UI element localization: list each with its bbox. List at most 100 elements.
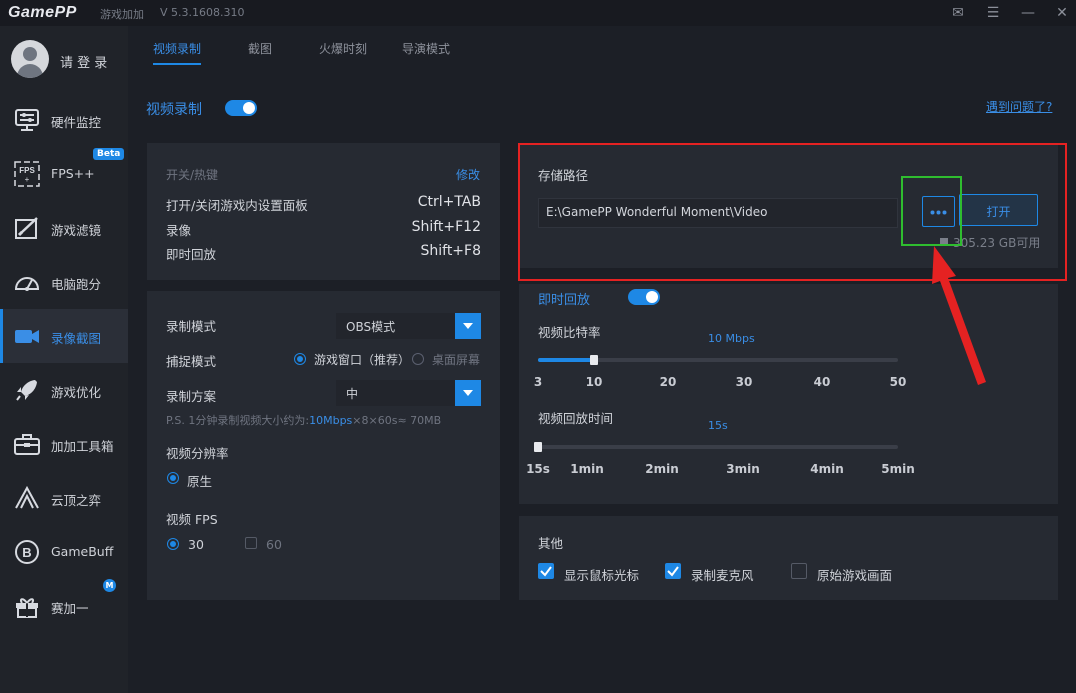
gamebuff-icon: B (15, 540, 39, 564)
benchmark-gauge-icon (14, 277, 40, 291)
other-panel (519, 516, 1058, 600)
tab-director[interactable]: 导演模式 (402, 40, 450, 57)
sidebar-item-filter[interactable]: 游戏滤镜 (0, 201, 128, 255)
replay-time-tick-label: 2min (645, 462, 679, 476)
mail-icon[interactable]: ✉ (948, 3, 968, 23)
tft-icon (15, 485, 39, 509)
replay-toggle[interactable] (628, 289, 660, 305)
fps-icon: FPS+ (14, 161, 40, 187)
bitrate-value: 10 Mbps (708, 332, 755, 345)
replay-time-tick-label: 15s (526, 462, 550, 476)
tab-video-record[interactable]: 视频录制 (153, 40, 201, 57)
record-scheme-label: 录制方案 (166, 389, 217, 404)
page-title: 视频录制 (146, 102, 202, 118)
login-link[interactable]: 请 登 录 (60, 52, 107, 71)
title-bar: GamePP 游戏加加 V 5.3.1608.310 ✉ ☰ — ✕ (0, 0, 1076, 26)
checkbox-label: 显示鼠标光标 (564, 568, 640, 583)
app-subtitle: 游戏加加 (100, 8, 144, 21)
raw-game-frame-checkbox[interactable] (791, 563, 807, 579)
hotkeys-edit-link[interactable]: 修改 (456, 166, 480, 183)
tab-highlight[interactable]: 火爆时刻 (319, 40, 367, 57)
video-record-toggle[interactable] (225, 100, 257, 116)
capture-mode-label: 捕捉模式 (166, 354, 217, 369)
close-icon[interactable]: ✕ (1052, 3, 1072, 23)
help-link[interactable]: 遇到问题了? (986, 98, 1052, 115)
capture-option-label: 游戏窗口（推荐） (314, 353, 411, 367)
gift-icon (16, 598, 38, 618)
app-version: V 5.3.1608.310 (160, 6, 245, 19)
record-scheme-select[interactable]: 中 (336, 380, 481, 406)
resolution-native-radio[interactable] (167, 472, 179, 484)
browse-button-highlight-box (901, 176, 962, 246)
resolution-value: 原生 (187, 474, 213, 489)
red-arrow-annotation (932, 246, 986, 385)
svg-text:FPS: FPS (19, 166, 35, 175)
bitrate-label: 视频比特率 (538, 325, 601, 340)
bitrate-tick-label: 20 (659, 375, 677, 389)
sidebar-item-benchmark[interactable]: 电脑跑分 (0, 255, 128, 309)
replay-time-value: 15s (708, 419, 728, 432)
rocket-icon (16, 380, 37, 401)
fps-option-label: 60 (266, 537, 282, 552)
check-icon (667, 566, 679, 577)
hotkey-value: Ctrl+TAB (417, 194, 481, 210)
app-logo: GamePP (8, 4, 77, 21)
checkbox-label: 原始游戏画面 (817, 568, 893, 583)
replay-time-label: 视频回放时间 (538, 411, 614, 426)
replay-time-tick-label: 5min (881, 462, 915, 476)
sidebar-item-label: 加加工具箱 (51, 439, 114, 454)
fps-30-radio[interactable] (167, 538, 179, 550)
bitrate-tick-label: 3 (533, 375, 543, 389)
capture-desktop-radio[interactable] (412, 353, 424, 365)
chevron-down-icon (455, 313, 481, 339)
hotkey-value: Shift+F8 (420, 243, 481, 259)
bitrate-tick-label: 40 (813, 375, 831, 389)
filter-icon (15, 217, 38, 239)
sidebar-item-label: 录像截图 (51, 331, 102, 346)
replay-time-tick-label: 1min (570, 462, 604, 476)
sidebar-item-label: 赛加一 (51, 601, 89, 616)
sidebar-item-label: 硬件监控 (51, 115, 102, 130)
sidebar-item-record[interactable]: 录像截图 (0, 309, 128, 363)
fps-label: 视频 FPS (166, 512, 218, 527)
minimize-icon[interactable]: — (1018, 3, 1038, 23)
fps-60-radio[interactable] (245, 537, 257, 549)
check-icon (540, 566, 552, 577)
record-mode-select[interactable]: OBS模式 (336, 313, 481, 339)
beta-badge: Beta (93, 148, 125, 160)
sidebar-item-gift[interactable]: 赛加一 M (0, 579, 128, 633)
sidebar-item-gamebuff[interactable]: B GameBuff (0, 525, 128, 579)
capture-game-window-radio[interactable] (294, 353, 306, 365)
camera-icon (15, 330, 39, 343)
sidebar: 请 登 录 硬件监控 FPS + FPS++ Beta 游戏滤镜 电脑跑分 录像截… (0, 26, 128, 693)
chevron-down-icon (455, 380, 481, 406)
sidebar-item-label: 电脑跑分 (51, 277, 102, 292)
bitrate-slider-fill (538, 358, 592, 362)
replay-title: 即时回放 (538, 293, 591, 308)
replay-time-slider-track[interactable] (538, 445, 898, 449)
sidebar-item-toolbox[interactable]: 加加工具箱 (0, 417, 128, 471)
bitrate-tick-label: 10 (585, 375, 603, 389)
hotkey-label: 即时回放 (166, 247, 217, 262)
menu-icon[interactable]: ☰ (983, 3, 1003, 23)
record-mic-checkbox[interactable] (665, 563, 681, 579)
checkbox-label: 录制麦克风 (691, 568, 754, 583)
sidebar-item-hardware-monitor[interactable]: 硬件监控 (0, 93, 128, 147)
bitrate-tick-label: 30 (735, 375, 753, 389)
bitrate-slider-handle[interactable] (589, 355, 598, 365)
fps-option-label: 30 (188, 537, 204, 552)
hotkey-value: Shift+F12 (411, 219, 481, 235)
sidebar-item-fps[interactable]: FPS + FPS++ Beta (0, 147, 128, 201)
sidebar-item-tft[interactable]: 云顶之弈 (0, 471, 128, 525)
avatar[interactable] (11, 40, 49, 78)
svg-text:B: B (22, 545, 31, 560)
replay-time-slider-handle[interactable] (534, 442, 542, 452)
show-cursor-checkbox[interactable] (538, 563, 554, 579)
sidebar-item-optimize[interactable]: 游戏优化 (0, 363, 128, 417)
toolbox-icon (14, 434, 40, 455)
hardware-monitor-icon (15, 109, 39, 131)
tab-screenshot[interactable]: 截图 (248, 40, 272, 57)
record-mode-label: 录制模式 (166, 319, 217, 334)
sidebar-item-label: FPS++ (51, 166, 95, 181)
capture-option-label: 桌面屏幕 (432, 353, 481, 367)
